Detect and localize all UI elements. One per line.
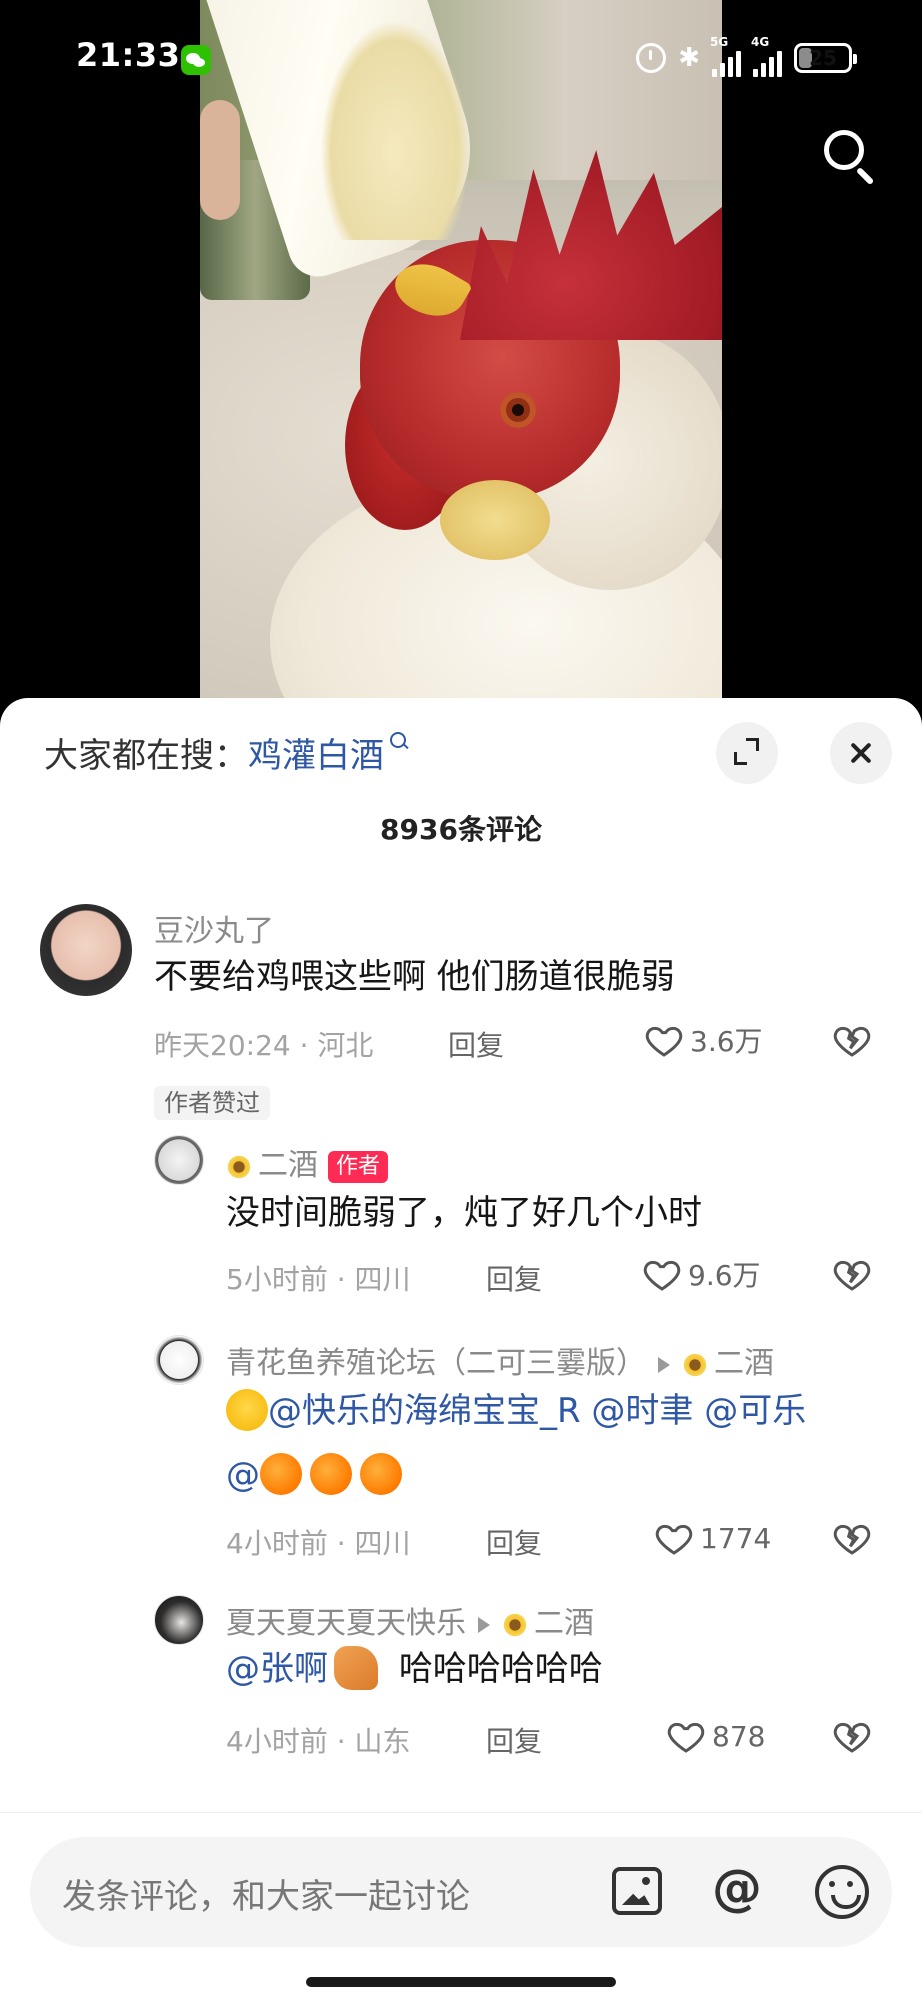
sunflower-icon <box>226 1153 252 1180</box>
alarm-icon <box>636 43 667 73</box>
heart-icon <box>643 1260 681 1291</box>
comment-text: 不要给鸡喂这些啊 他们肠道很脆弱 <box>154 957 675 997</box>
comment-input[interactable]: 发条评论，和大家一起讨论 @ <box>30 1837 892 1947</box>
comment-input-placeholder: 发条评论，和大家一起讨论 <box>62 1877 470 1917</box>
reply-username-row[interactable]: 二酒 作者 <box>226 1140 389 1184</box>
like-count: 9.6万 <box>688 1259 761 1292</box>
home-indicator[interactable] <box>306 1977 616 1987</box>
emoji-icon[interactable] <box>815 1865 869 1919</box>
sunflower-icon <box>682 1351 708 1378</box>
reply-username[interactable]: 二酒 <box>258 1148 318 1183</box>
heart-icon <box>655 1524 693 1555</box>
avatar[interactable] <box>40 904 132 996</box>
reply-username[interactable]: 青花鱼养殖论坛（二可三霎版） <box>226 1346 646 1381</box>
at-mention-icon[interactable]: @ <box>712 1859 762 1917</box>
mention-text[interactable]: @张啊 <box>226 1649 328 1689</box>
heart-icon <box>667 1722 705 1753</box>
rooster-eye <box>500 392 536 428</box>
signal-5g-icon: 5G <box>710 35 741 77</box>
search-suggestion-keyword[interactable]: 鸡灌白酒 <box>248 728 384 777</box>
comment-meta: 昨天20:24 · 河北 <box>154 1029 374 1062</box>
like-count: 878 <box>712 1719 766 1753</box>
broken-heart-icon[interactable] <box>832 1020 872 1060</box>
rooster-ear-lobe <box>440 480 550 560</box>
search-suggestion[interactable]: 大家都在搜： 鸡灌白酒 <box>44 728 410 777</box>
mention-text[interactable]: @ <box>226 1455 260 1495</box>
search-icon <box>824 130 864 170</box>
reply-username-row[interactable]: 夏天夏天夏天快乐 二酒 <box>226 1598 594 1642</box>
comment-count: 8936条评论 <box>380 813 542 846</box>
status-icons: ✱ 5G 4G 25 <box>636 35 857 78</box>
search-suggestion-prefix: 大家都在搜： <box>44 736 248 776</box>
reply-to-username[interactable]: 二酒 <box>714 1346 774 1381</box>
mention-text[interactable]: @快乐的海绵宝宝_R @时聿 @可乐 <box>268 1391 806 1431</box>
reply-body: 哈哈哈哈哈哈 <box>398 1649 603 1689</box>
broken-heart-icon[interactable] <box>832 1716 872 1756</box>
horse-emoji-icon <box>334 1645 378 1690</box>
reply-text: 没时间脆弱了，炖了好几个小时 <box>226 1193 702 1233</box>
comment-username[interactable]: 豆沙丸了 <box>154 906 274 950</box>
author-tag: 作者 <box>328 1150 389 1183</box>
signal-4g-icon: 4G <box>751 35 782 77</box>
status-time: 21:33 <box>76 36 181 74</box>
broken-heart-icon[interactable] <box>832 1518 872 1558</box>
author-liked-badge: 作者赞过 <box>154 1086 270 1120</box>
wechat-notification-icon <box>181 45 211 75</box>
battery-icon: 25 <box>794 43 857 73</box>
comment-panel: 大家都在搜： 鸡灌白酒 8936条评论 豆沙丸了 不要给鸡喂这些啊 他们肠道很脆… <box>0 698 922 2000</box>
status-bar: 21:33 ✱ 5G 4G 25 <box>0 0 922 116</box>
crying-emoji-icon <box>226 1388 268 1431</box>
reply-meta: 5小时前 · 四川 <box>226 1263 411 1296</box>
like-button[interactable]: 1774 <box>654 1518 771 1558</box>
orange-emoji-icon <box>360 1452 402 1495</box>
image-icon[interactable] <box>612 1867 662 1915</box>
reply-button[interactable]: 回复 <box>486 1522 542 1562</box>
expand-button[interactable] <box>716 722 778 784</box>
reply-button[interactable]: 回复 <box>486 1720 542 1760</box>
reply-text: @张啊 哈哈哈哈哈哈 <box>226 1642 603 1696</box>
reply-meta: 4小时前 · 山东 <box>226 1725 411 1758</box>
bluetooth-icon: ✱ <box>678 43 700 73</box>
reply-arrow-icon <box>478 1616 490 1633</box>
reply-username-row[interactable]: 青花鱼养殖论坛（二可三霎版） 二酒 <box>226 1338 774 1382</box>
close-button[interactable] <box>830 722 892 784</box>
reply-username[interactable]: 夏天夏天夏天快乐 <box>226 1606 466 1641</box>
reply-arrow-icon <box>658 1356 670 1373</box>
orange-emoji-icon <box>260 1452 302 1495</box>
reply-text-line2: @ <box>226 1448 410 1502</box>
comment-input-bar: 发条评论，和大家一起讨论 @ <box>0 1812 922 2000</box>
battery-text: 25 <box>809 46 837 70</box>
heart-icon <box>645 1026 683 1057</box>
sunflower-icon <box>502 1611 528 1638</box>
reply-text: @快乐的海绵宝宝_R @时聿 @可乐 <box>226 1384 806 1438</box>
like-count: 1774 <box>700 1521 772 1555</box>
orange-emoji-icon <box>310 1452 352 1495</box>
like-button[interactable]: 3.6万 <box>644 1020 763 1060</box>
like-button[interactable]: 9.6万 <box>642 1254 761 1294</box>
avatar[interactable] <box>154 1335 204 1385</box>
avatar[interactable] <box>154 1595 204 1645</box>
like-button[interactable]: 878 <box>666 1716 765 1756</box>
reply-button[interactable]: 回复 <box>486 1258 542 1298</box>
avatar[interactable] <box>154 1135 204 1185</box>
search-icon <box>390 731 410 754</box>
broken-heart-icon[interactable] <box>832 1254 872 1294</box>
reply-to-username[interactable]: 二酒 <box>534 1606 594 1641</box>
search-button[interactable] <box>820 126 880 186</box>
reply-meta: 4小时前 · 四川 <box>226 1527 411 1560</box>
reply-button[interactable]: 回复 <box>448 1024 504 1064</box>
like-count: 3.6万 <box>690 1025 763 1058</box>
hand <box>200 100 240 220</box>
